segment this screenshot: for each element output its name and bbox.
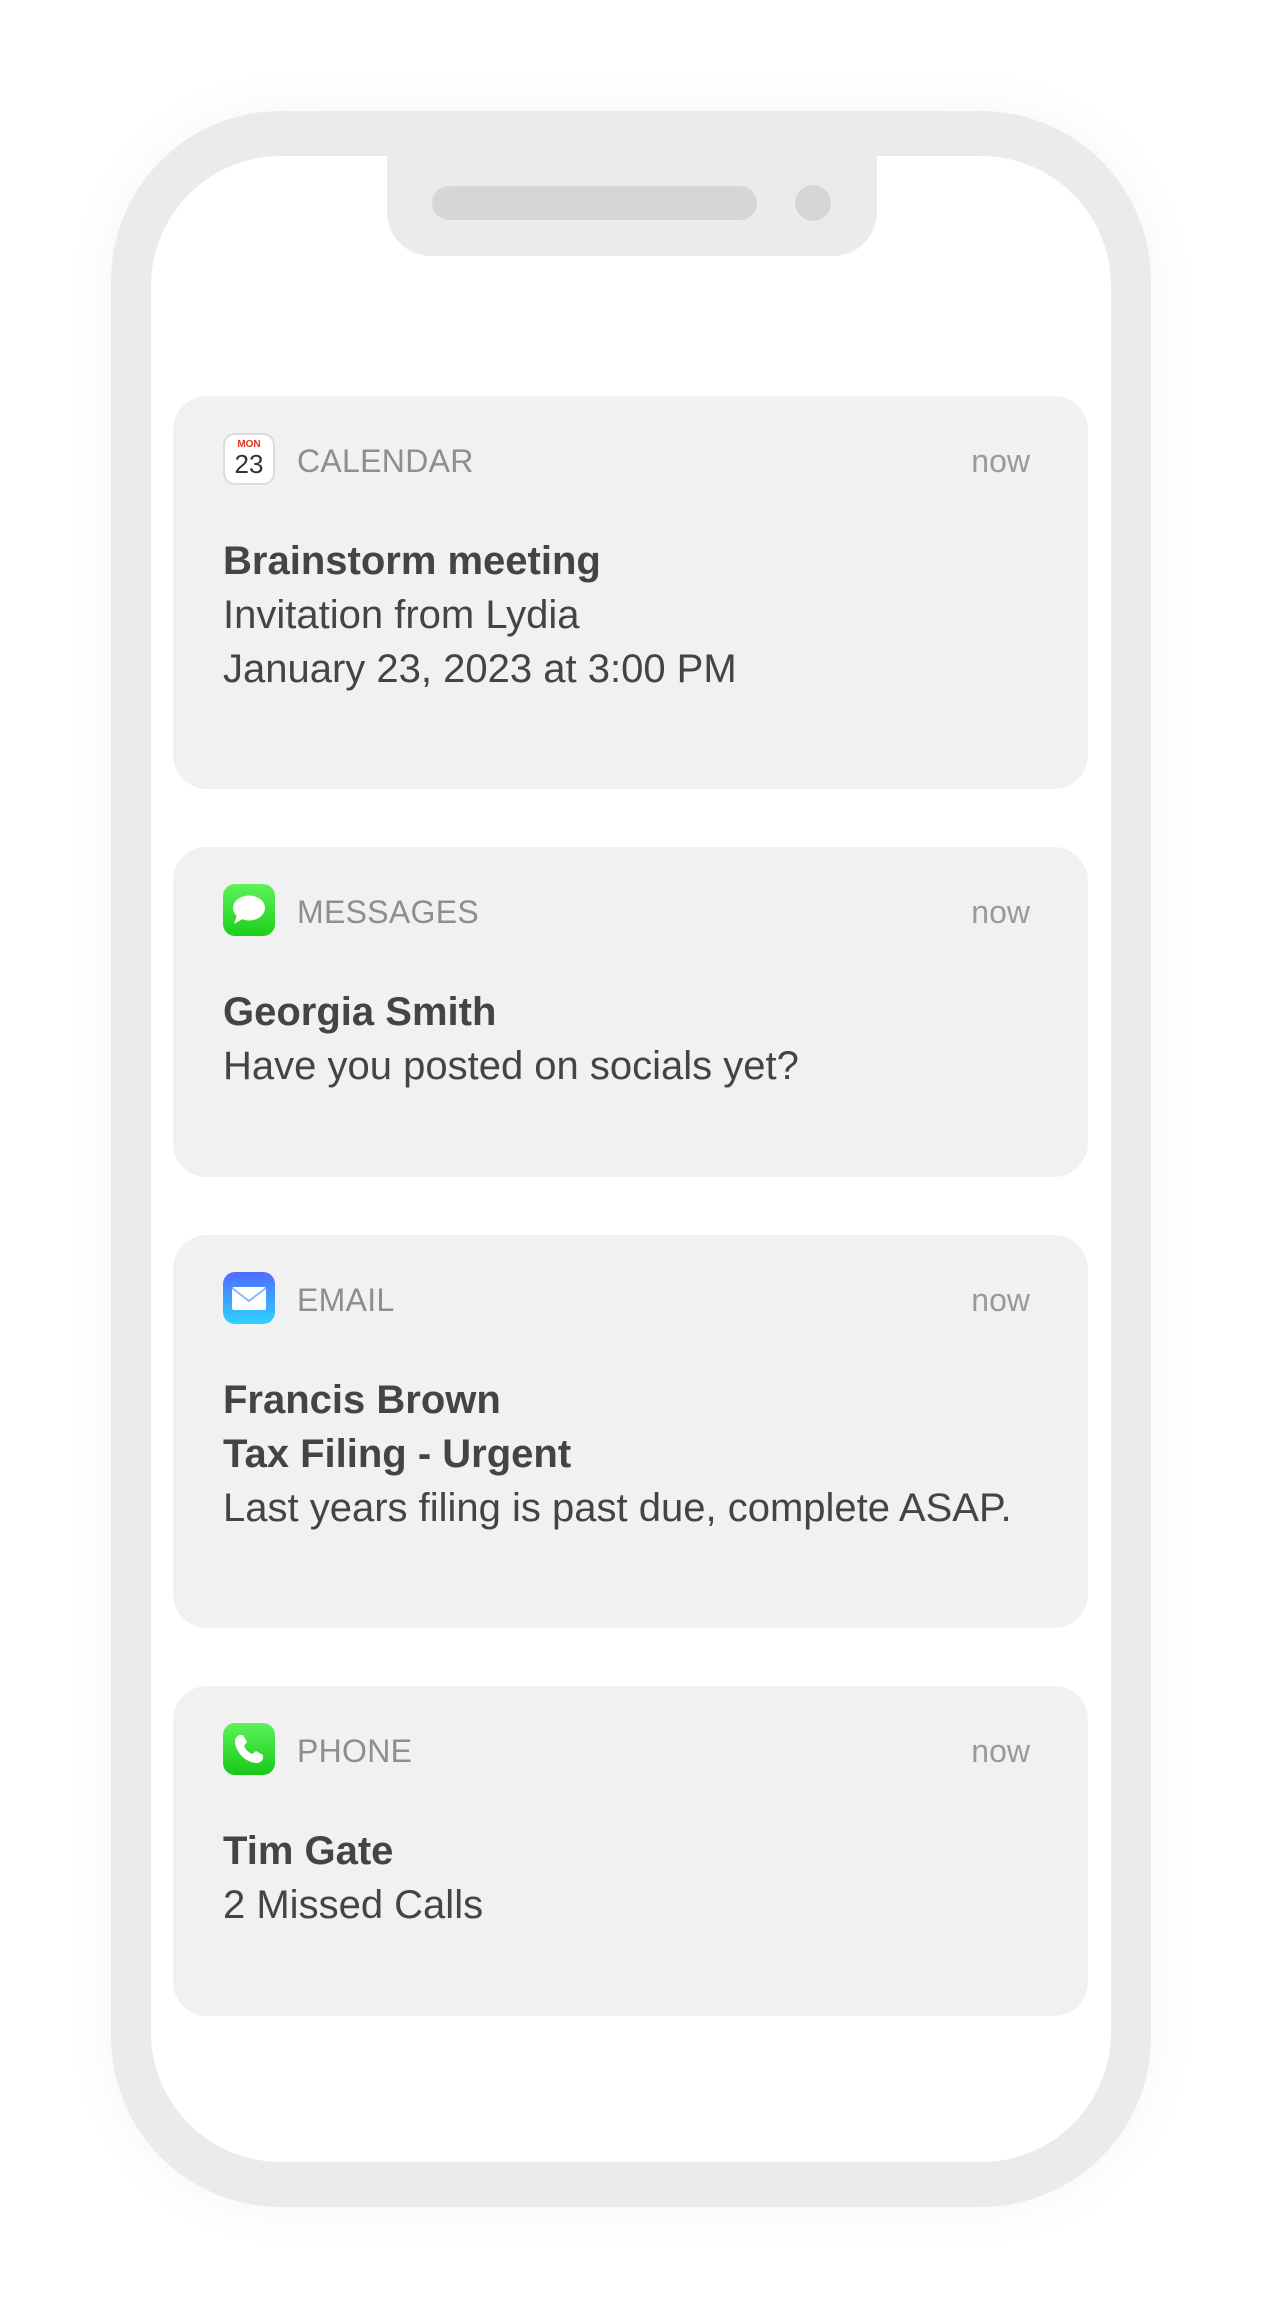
notification-title: Brainstorm meeting bbox=[223, 539, 601, 583]
notification-title: Tim Gate bbox=[223, 1829, 394, 1873]
envelope-icon bbox=[223, 1272, 275, 1324]
app-name: EMAIL bbox=[297, 1282, 395, 1318]
calendar-icon: MON 23 bbox=[223, 433, 275, 485]
speaker-grille bbox=[432, 186, 757, 220]
notification-sender: Francis Brown bbox=[223, 1378, 501, 1422]
notification-header: MESSAGES now bbox=[223, 882, 1030, 938]
notification-calendar[interactable]: MON 23 CALENDAR now Brainstorm meeting I… bbox=[173, 396, 1088, 789]
front-camera bbox=[795, 185, 831, 221]
notification-time: now bbox=[971, 1733, 1030, 1769]
notification-body: Georgia Smith Have you posted on socials… bbox=[223, 985, 1048, 1093]
notification-text: Invitation from Lydia bbox=[223, 593, 580, 637]
calendar-icon-date: 23 bbox=[234, 449, 264, 479]
notification-subject: Tax Filing - Urgent bbox=[223, 1432, 572, 1476]
notification-phone[interactable]: PHONE now Tim Gate 2 Missed Calls bbox=[173, 1686, 1088, 2016]
notification-messages[interactable]: MESSAGES now Georgia Smith Have you post… bbox=[173, 847, 1088, 1177]
notification-text: Last years filing is past due, complete … bbox=[223, 1486, 1012, 1530]
notification-header: MON 23 CALENDAR now bbox=[223, 431, 1030, 487]
notification-time: now bbox=[971, 894, 1030, 930]
app-name: CALENDAR bbox=[297, 443, 474, 479]
phone-screen: MON 23 CALENDAR now Brainstorm meeting I… bbox=[151, 156, 1111, 2162]
notification-text: 2 Missed Calls bbox=[223, 1883, 484, 1927]
notification-header: EMAIL now bbox=[223, 1270, 1030, 1326]
notification-title: Georgia Smith bbox=[223, 990, 497, 1034]
notification-text: Have you posted on socials yet? bbox=[223, 1044, 799, 1088]
app-name: PHONE bbox=[297, 1733, 413, 1769]
message-bubble-icon bbox=[223, 884, 275, 936]
notification-time: now bbox=[971, 443, 1030, 479]
notification-body: Francis Brown Tax Filing - Urgent Last y… bbox=[223, 1373, 1048, 1535]
notification-email[interactable]: EMAIL now Francis Brown Tax Filing - Urg… bbox=[173, 1235, 1088, 1628]
phone-handset-icon bbox=[223, 1723, 275, 1775]
notification-time: now bbox=[971, 1282, 1030, 1318]
notification-header: PHONE now bbox=[223, 1721, 1030, 1777]
phone-notch bbox=[387, 156, 877, 256]
notification-body: Brainstorm meeting Invitation from Lydia… bbox=[223, 534, 1048, 696]
app-name: MESSAGES bbox=[297, 894, 480, 930]
phone-frame: MON 23 CALENDAR now Brainstorm meeting I… bbox=[111, 111, 1151, 2207]
notification-text: January 23, 2023 at 3:00 PM bbox=[223, 647, 737, 691]
notification-body: Tim Gate 2 Missed Calls bbox=[223, 1824, 1048, 1932]
